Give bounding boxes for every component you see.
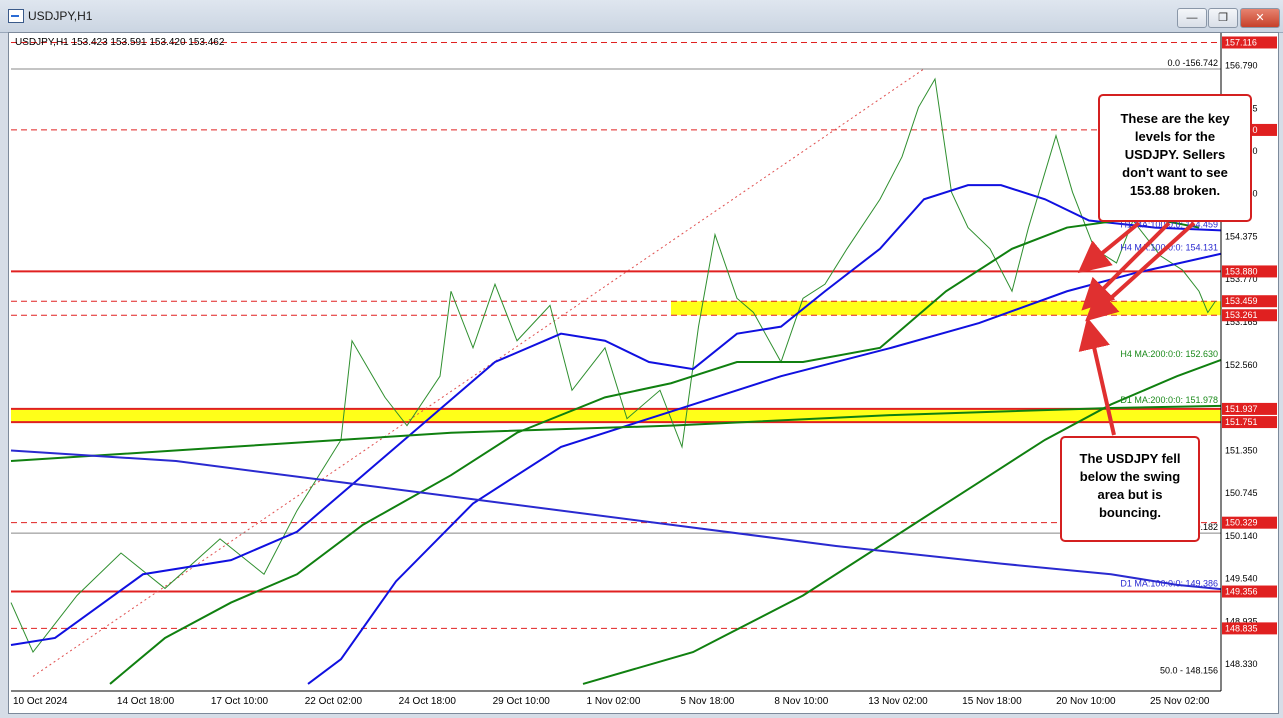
level-price-label: 149.356 — [1225, 587, 1258, 597]
x-tick-label: 15 Nov 18:00 — [962, 696, 1022, 707]
level-price-label: 153.459 — [1225, 296, 1258, 306]
window-titlebar[interactable]: USDJPY,H1 — ❐ ✕ — [0, 0, 1283, 33]
axes-layer: 156.790156.185155.580154.980154.375153.7… — [11, 33, 1277, 707]
x-tick-label: 17 Oct 10:00 — [211, 696, 269, 707]
y-tick-label: 150.745 — [1225, 488, 1258, 498]
fib-label: 50.0 - 148.156 — [1160, 665, 1218, 675]
window-title: USDJPY,H1 — [28, 9, 93, 23]
annotation-text-key-levels: 153.88 broken. — [1130, 183, 1220, 198]
y-tick-label: 151.350 — [1225, 445, 1258, 455]
close-button[interactable]: ✕ — [1240, 8, 1280, 28]
fib-label: 0.0 -156.742 — [1167, 58, 1218, 68]
series-line — [10, 449, 1222, 591]
annotation-text-swing: below the swing — [1080, 469, 1180, 484]
symbol-info: USDJPY,H1 153.423 153.591 153.420 153.46… — [15, 37, 225, 48]
price-chart[interactable]: 0.0 -156.74250.0 - 148.1560.182 H1 MA:10… — [9, 33, 1278, 713]
series-layer: H1 MA:100:0:0: 154.459H4 MA:100:0:0: 154… — [10, 77, 1222, 685]
restore-button[interactable]: ❐ — [1208, 8, 1238, 28]
annotation-text-swing: bouncing. — [1099, 505, 1161, 520]
swing-zones-layer — [11, 301, 1221, 423]
ma-label: H4 MA:200:0:0: 152.630 — [1120, 349, 1218, 359]
y-tick-label: 150.140 — [1225, 531, 1258, 541]
x-tick-label: 22 Oct 02:00 — [305, 696, 363, 707]
x-tick-label: 25 Nov 02:00 — [1150, 696, 1210, 707]
y-tick-label: 154.375 — [1225, 231, 1258, 241]
annotation-text-key-levels: levels for the — [1135, 129, 1215, 144]
x-tick-label: 5 Nov 18:00 — [680, 696, 734, 707]
level-price-label: 157.116 — [1225, 37, 1257, 47]
annotation-text-swing: area but is — [1097, 487, 1162, 502]
fib-layer: 0.0 -156.74250.0 - 148.1560.182 — [11, 58, 1221, 677]
fib-trend-line — [32, 68, 925, 677]
level-price-label: 151.937 — [1225, 404, 1258, 414]
y-tick-label: 149.540 — [1225, 574, 1258, 584]
series-line — [109, 215, 1200, 685]
level-price-label: 153.880 — [1225, 266, 1258, 276]
x-tick-label: 24 Oct 18:00 — [399, 696, 457, 707]
x-tick-label: 14 Oct 18:00 — [117, 696, 175, 707]
x-tick-label: 13 Nov 02:00 — [868, 696, 928, 707]
ma-label: D1 MA:200:0:0: 151.978 — [1120, 395, 1218, 405]
annotation-text-key-levels: These are the key — [1120, 111, 1230, 126]
x-tick-label: 1 Nov 02:00 — [587, 696, 641, 707]
level-price-label: 153.261 — [1225, 310, 1258, 320]
x-tick-label: 20 Nov 10:00 — [1056, 696, 1116, 707]
x-tick-label: 10 Oct 2024 — [13, 696, 68, 707]
app-window: USDJPY,H1 — ❐ ✕ 0.0 -156.742 50.0 - 148.1… — [0, 0, 1283, 718]
y-tick-label: 152.560 — [1225, 360, 1258, 370]
chart-area[interactable]: 0.0 -156.742 50.0 - 148.156 0.182 H1 MA:10… — [8, 32, 1279, 714]
ma-label: D1 MA:100:0:0: 149.386 — [1120, 578, 1218, 588]
annotation-text-swing: The USDJPY fell — [1080, 451, 1181, 466]
annotation-arrow — [1081, 221, 1171, 311]
levels-layer — [11, 41, 1221, 629]
annotation-text-key-levels: don't want to see — [1122, 165, 1228, 180]
level-price-label: 148.835 — [1225, 623, 1258, 633]
x-tick-label: 8 Nov 10:00 — [774, 696, 828, 707]
level-price-label: 150.329 — [1225, 518, 1258, 528]
y-tick-label: 156.790 — [1225, 61, 1258, 71]
minimize-button[interactable]: — — [1177, 8, 1207, 28]
y-tick-label: 148.330 — [1225, 659, 1258, 669]
annotation-text-key-levels: USDJPY. Sellers — [1125, 147, 1225, 162]
chart-window-icon — [8, 9, 24, 23]
level-price-label: 151.751 — [1225, 417, 1258, 427]
x-tick-label: 29 Oct 10:00 — [493, 696, 551, 707]
